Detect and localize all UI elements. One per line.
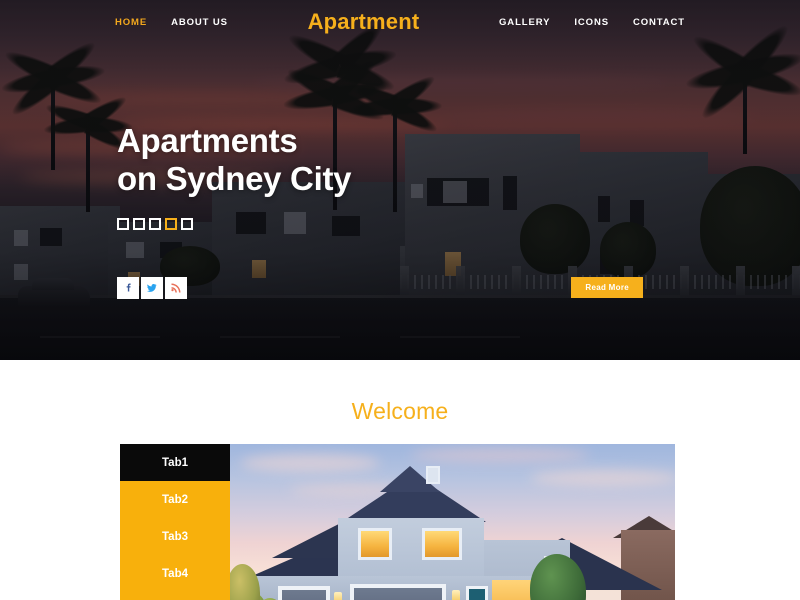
hero-section: HOME ABOUT US Apartment GALLERY ICONS CO… <box>0 0 800 360</box>
tab-item-2[interactable]: Tab2 <box>120 481 230 518</box>
tab-panel-content <box>230 444 675 600</box>
slider-dot-5[interactable] <box>181 218 193 230</box>
nav-link-gallery[interactable]: GALLERY <box>499 17 550 28</box>
garage-door <box>278 586 330 600</box>
nav-right-group: GALLERY ICONS CONTACT <box>499 17 685 28</box>
lit-window <box>422 528 462 560</box>
tabs-component: Tab1 Tab2 Tab3 Tab4 <box>120 444 675 600</box>
cloud <box>410 448 590 462</box>
site-logo[interactable]: Apartment <box>294 9 434 35</box>
nav-link-about-us[interactable]: ABOUT US <box>171 17 228 28</box>
slider-dot-2[interactable] <box>133 218 145 230</box>
cloud <box>240 454 380 472</box>
porch-light <box>492 580 534 600</box>
nav-link-contact[interactable]: CONTACT <box>633 17 685 28</box>
lit-window <box>358 528 392 560</box>
facebook-icon[interactable] <box>117 277 139 299</box>
cloud <box>530 470 675 486</box>
slider-dot-4[interactable] <box>165 218 177 230</box>
garage-door <box>350 584 446 600</box>
tab-item-4[interactable]: Tab4 <box>120 555 230 592</box>
tab-list: Tab1 Tab2 Tab3 Tab4 <box>120 444 230 600</box>
page-root: HOME ABOUT US Apartment GALLERY ICONS CO… <box>0 0 800 600</box>
nav-link-home[interactable]: HOME <box>115 17 147 28</box>
exterior-lamp <box>452 590 460 600</box>
tab-item-1[interactable]: Tab1 <box>120 444 230 481</box>
exterior-lamp <box>334 592 342 600</box>
hero-headline: Apartments on Sydney City <box>117 122 352 197</box>
social-links <box>117 277 187 299</box>
front-door <box>466 586 488 600</box>
welcome-heading: Welcome <box>351 398 449 424</box>
hero-content: Apartments on Sydney City <box>117 122 351 230</box>
tab-item-3[interactable]: Tab3 <box>120 518 230 555</box>
slider-dot-3[interactable] <box>149 218 161 230</box>
slider-dot-1[interactable] <box>117 218 129 230</box>
twitter-icon[interactable] <box>141 277 163 299</box>
nav-link-icons[interactable]: ICONS <box>574 17 609 28</box>
attic-window <box>426 466 440 484</box>
slider-pagination <box>117 218 351 230</box>
read-more-button[interactable]: Read More <box>571 277 643 298</box>
nav-left-group: HOME ABOUT US <box>115 17 228 28</box>
rss-icon[interactable] <box>165 277 187 299</box>
main-navigation: HOME ABOUT US Apartment GALLERY ICONS CO… <box>0 0 800 44</box>
welcome-section: Welcome <box>0 360 800 425</box>
